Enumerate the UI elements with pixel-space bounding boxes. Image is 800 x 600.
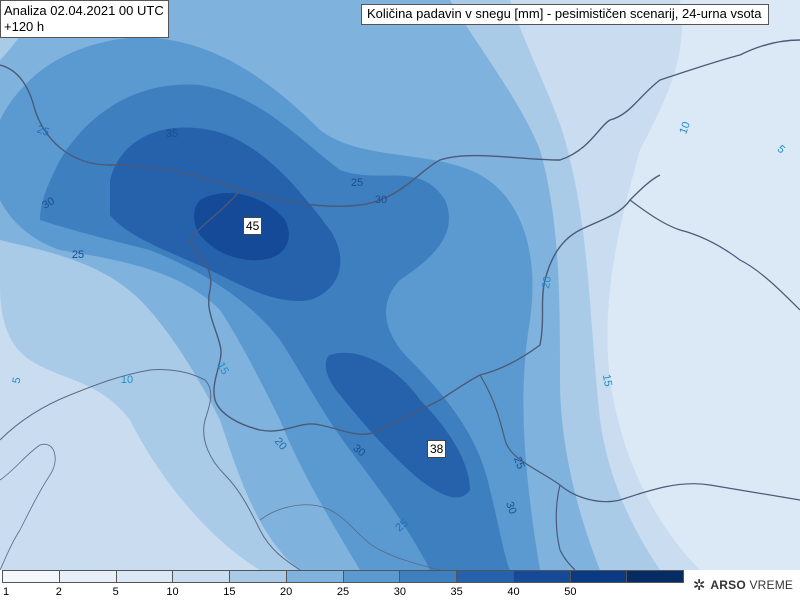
legend-swatch (569, 571, 627, 582)
contour-label: 10 (121, 374, 133, 386)
legend-swatch (456, 571, 513, 582)
max-value-label: 45 (243, 217, 263, 235)
legend-swatch (342, 571, 400, 582)
legend-swatch (3, 571, 59, 582)
legend-color-bar (2, 570, 684, 583)
legend-swatch (285, 571, 343, 582)
max-value-label: 38 (427, 440, 447, 458)
legend-swatch (58, 571, 116, 582)
contour-label: 30 (375, 194, 387, 206)
arso-logo: ✲ ARSO VREME (686, 572, 800, 598)
legend-swatch (115, 571, 173, 582)
contour-label: 15 (600, 373, 614, 387)
legend-tick-label: 50 (564, 586, 577, 598)
contour-label: 25 (72, 249, 84, 261)
legend-swatch (172, 571, 229, 582)
map-title: Količina padavin v snegu [mm] - pesimist… (361, 4, 769, 25)
analysis-info-box: Analiza 02.04.2021 00 UTC +120 h (0, 0, 169, 38)
logo-text: ARSO VREME (710, 578, 794, 592)
precipitation-map: 25 35 25 30 30 25 10 5 20 15 5 10 15 20 … (0, 0, 800, 570)
legend-tick-label: 25 (336, 586, 350, 598)
legend-swatch (229, 571, 286, 582)
legend-tick-label: 2 (55, 586, 62, 598)
legend-swatch (512, 571, 570, 582)
color-legend: 1 2 5 10 15 20 25 30 35 40 50 (0, 570, 800, 600)
forecast-offset: +120 h (4, 19, 45, 34)
legend-tick-label: 40 (507, 586, 520, 598)
legend-tick-label: 5 (112, 586, 119, 598)
contour-label: 35 (166, 128, 178, 140)
legend-tick-label: 20 (280, 586, 293, 598)
legend-swatch (626, 571, 683, 582)
legend-tick-label: 30 (393, 586, 406, 598)
legend-swatch (399, 571, 456, 582)
contour-label: 25 (351, 177, 363, 189)
legend-tick-label: 1 (2, 586, 10, 598)
analysis-date: Analiza 02.04.2021 00 UTC (4, 3, 164, 18)
legend-tick-label: 15 (223, 586, 236, 598)
contour-label: 20 (540, 275, 554, 289)
snowflake-icon: ✲ (692, 577, 706, 594)
legend-tick-label: 10 (166, 586, 179, 598)
legend-tick-label: 35 (450, 586, 463, 598)
